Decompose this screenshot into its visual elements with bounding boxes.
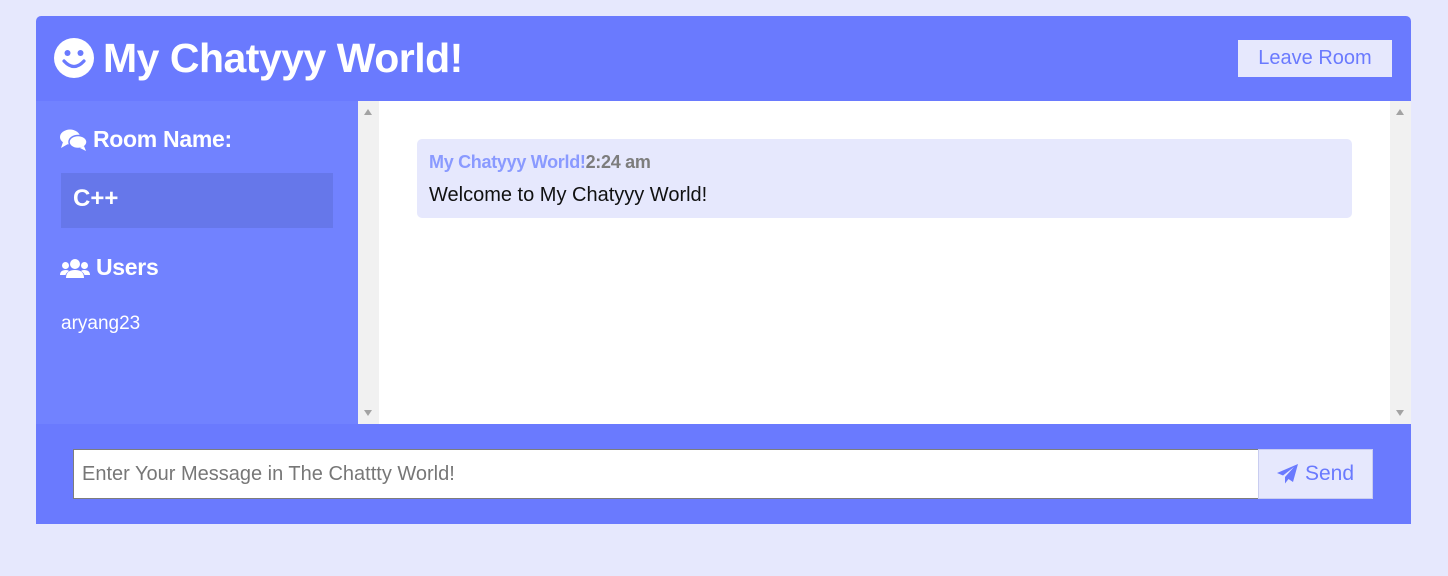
- room-name: C++: [73, 185, 119, 212]
- message-item: My Chatyyy World!2:24 am Welcome to My C…: [417, 139, 1352, 218]
- app-title: My Chatyyy World!: [103, 35, 463, 81]
- sidebar: Room Name: C++ Users aryang23: [36, 101, 358, 424]
- send-button-label: Send: [1304, 462, 1355, 485]
- chat-header: My Chatyyy World! Leave Room: [36, 16, 1411, 101]
- users-heading: Users: [60, 254, 159, 281]
- leave-room-button[interactable]: Leave Room: [1238, 40, 1392, 77]
- message-meta: My Chatyyy World!2:24 am: [429, 152, 651, 173]
- chat-main: Room Name: C++ Users aryang23 My Chatyyy…: [36, 101, 1411, 424]
- scroll-down-icon[interactable]: [1396, 410, 1404, 416]
- chat-container: My Chatyyy World! Leave Room Room Name: …: [36, 16, 1411, 524]
- paper-plane-icon: [1276, 464, 1298, 484]
- comments-icon: [60, 129, 87, 151]
- chat-form-container: Send: [36, 424, 1411, 524]
- chat-messages: My Chatyyy World!2:24 am Welcome to My C…: [379, 101, 1390, 424]
- user-list: aryang23: [61, 313, 140, 335]
- room-name-box: C++: [61, 173, 333, 228]
- scroll-up-icon[interactable]: [364, 109, 372, 115]
- users-icon: [60, 258, 90, 278]
- sidebar-scrollbar[interactable]: [358, 101, 379, 424]
- users-heading-label: Users: [96, 254, 159, 280]
- user-item: aryang23: [61, 313, 141, 334]
- room-name-heading: Room Name:: [60, 126, 232, 153]
- message-input[interactable]: [73, 449, 1259, 499]
- message-text: Welcome to My Chatyyy World!: [429, 184, 708, 206]
- room-name-heading-label: Room Name:: [93, 126, 232, 152]
- messages-scrollbar[interactable]: [1390, 101, 1411, 424]
- send-button[interactable]: Send: [1258, 449, 1373, 499]
- message-time: 2:24 am: [585, 152, 651, 172]
- message-username: My Chatyyy World!: [429, 152, 586, 172]
- smile-icon: [54, 38, 94, 78]
- scroll-down-icon[interactable]: [364, 410, 372, 416]
- scroll-up-icon[interactable]: [1396, 109, 1404, 115]
